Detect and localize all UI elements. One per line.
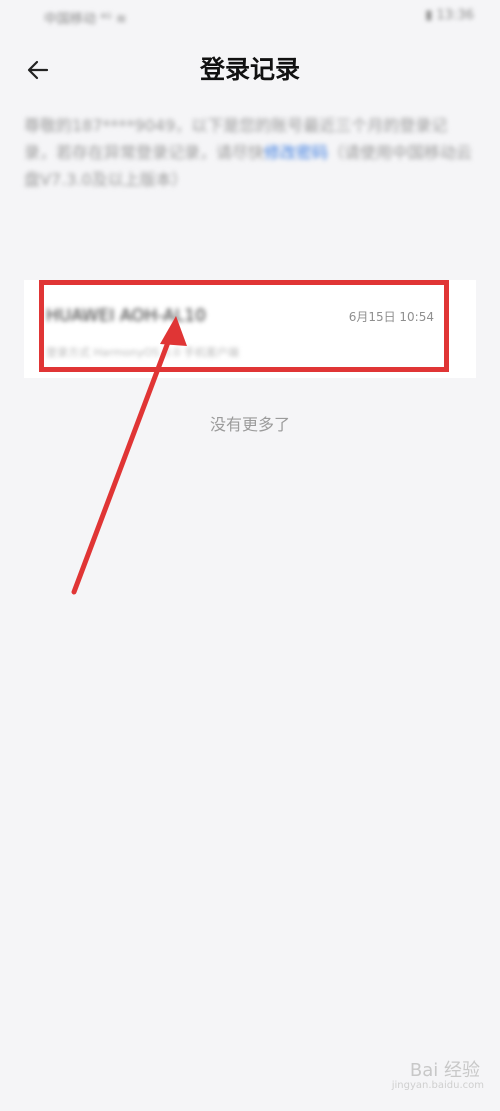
carrier-signal: 中国移动 ⁴ᴳ ≋ [44,12,127,27]
login-records-screen: 中国移动 ⁴ᴳ ≋ ▮ 13:36 登录记录 尊敬的187****9049，以下… [0,0,500,1111]
watermark-logo: Bai 经验 [409,1060,480,1081]
annotation-highlight-box [39,280,449,372]
status-bar: 中国移动 ⁴ᴳ ≋ ▮ 13:36 [0,0,500,36]
intro-notice: 尊敬的187****9049，以下是您的账号最近三个月的登录记录，若存在异常登录… [24,112,474,193]
no-more-label: 没有更多了 [209,415,290,434]
watermark-url: jingyan.baidu.com [391,1080,484,1091]
page-title: 登录记录 [199,55,300,84]
battery-time: ▮ 13:36 [425,8,474,23]
change-password-link[interactable]: 修改密码 [264,143,328,162]
